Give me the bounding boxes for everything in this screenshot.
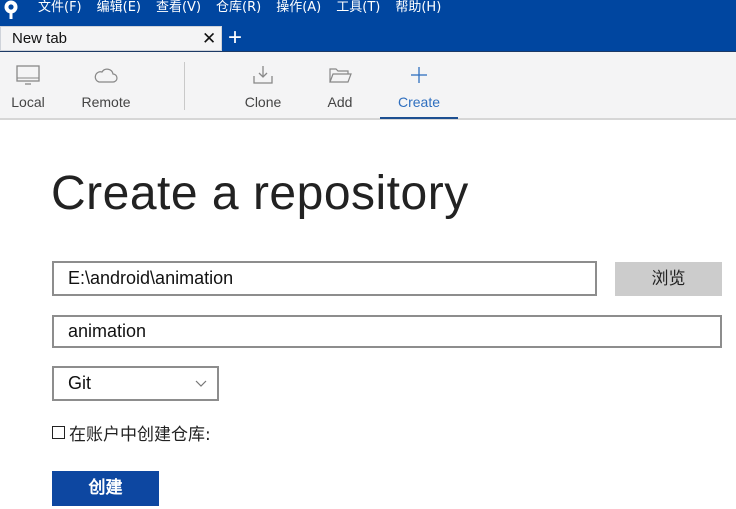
toolbar-remote[interactable]: Remote [76, 52, 136, 118]
menu-repository[interactable]: 仓库(R) [216, 0, 261, 18]
new-tab-button[interactable]: + [228, 26, 242, 50]
page-title: Create a repository [51, 167, 469, 220]
menu-file[interactable]: 文件(F) [38, 0, 82, 18]
toolbar-add-label: Add [327, 94, 353, 110]
toolbar-local[interactable]: Local [2, 52, 54, 118]
destination-path-input[interactable]: E:\android\animation [52, 261, 597, 296]
toolbar-separator [184, 62, 185, 110]
toolbar-add[interactable]: Add [316, 52, 364, 118]
menu-edit[interactable]: 编辑(E) [97, 0, 141, 18]
tab-new-tab[interactable]: New tab ✕ [0, 26, 222, 51]
toolbar-remote-label: Remote [81, 94, 131, 110]
repository-type-select[interactable]: Git [52, 366, 219, 401]
create-button[interactable]: 创建 [52, 471, 159, 506]
create-on-account-checkbox[interactable] [52, 425, 65, 439]
close-tab-icon[interactable]: ✕ [202, 30, 216, 47]
tab-bar: New tab ✕ + [0, 26, 736, 52]
create-on-account-label: 在账户中创建仓库: [69, 424, 211, 445]
sourcetree-logo-icon [4, 0, 18, 19]
toolbar-local-label: Local [11, 94, 45, 110]
menu-view[interactable]: 查看(V) [156, 0, 201, 18]
toolbar-clone-label: Clone [244, 94, 282, 110]
menu-tools[interactable]: 工具(T) [336, 0, 380, 18]
menu-bar: 文件(F) 编辑(E) 查看(V) 仓库(R) 操作(A) 工具(T) 帮助(H… [0, 0, 736, 26]
download-icon [253, 66, 273, 84]
cloud-icon [94, 68, 118, 83]
folder-icon [329, 68, 352, 83]
chevron-down-icon [195, 380, 207, 387]
tab-label: New tab [12, 30, 68, 47]
toolbar-clone[interactable]: Clone [236, 52, 290, 118]
menu-help[interactable]: 帮助(H) [395, 0, 441, 18]
create-on-account-option[interactable]: 在账户中创建仓库: [52, 421, 211, 445]
toolbar: Local Remote Clone Add Create [0, 52, 736, 120]
browse-button[interactable]: 浏览 [615, 262, 722, 296]
active-tab-indicator [380, 117, 458, 119]
repository-type-value: Git [68, 373, 92, 393]
plus-icon [411, 67, 427, 83]
repository-name-input[interactable]: animation [52, 315, 722, 348]
monitor-icon [16, 65, 40, 85]
toolbar-create-label: Create [397, 94, 441, 110]
toolbar-create[interactable]: Create [380, 52, 458, 119]
menu-actions[interactable]: 操作(A) [276, 0, 321, 18]
